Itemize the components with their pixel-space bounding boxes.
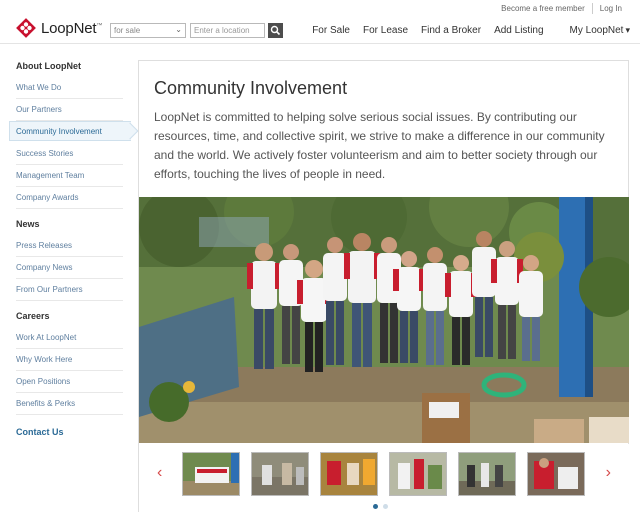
photo-illustration [139, 197, 629, 443]
search-icon [270, 25, 281, 36]
search-type-select[interactable]: for sale ⌄ [110, 23, 186, 38]
thumbnail-image [252, 453, 308, 495]
sidebar-item-work-at-loopnet[interactable]: Work At LoopNet [16, 333, 123, 349]
site-header: LoopNet™ for sale ⌄ Enter a location Bec… [0, 0, 640, 44]
sidebar: About LoopNet What We Do Our Partners Co… [0, 44, 139, 512]
sidebar-item-company-awards[interactable]: Company Awards [16, 193, 123, 209]
login-link[interactable]: Log In [600, 4, 622, 13]
thumbnail[interactable] [458, 452, 516, 496]
location-placeholder: Enter a location [194, 26, 250, 35]
thumbnail-image [321, 453, 377, 495]
search-type-value: for sale [114, 26, 141, 35]
nav-my-loopnet-label: My LoopNet [569, 25, 624, 36]
sidebar-item-benefits-perks[interactable]: Benefits & Perks [16, 399, 123, 415]
chevron-down-icon: ▾ [625, 25, 630, 35]
location-input[interactable]: Enter a location [190, 23, 265, 38]
thumbnail-image [459, 453, 515, 495]
carousel-dot[interactable] [383, 504, 388, 509]
sidebar-item-from-our-partners[interactable]: From Our Partners [16, 285, 123, 301]
sidebar-heading-about: About LoopNet [16, 61, 81, 71]
photo-thumbnail-strip: ‹ › [139, 444, 629, 512]
thumbnail[interactable] [527, 452, 585, 496]
sidebar-heading-careers: Careers [16, 311, 50, 321]
search-button[interactable] [268, 23, 283, 38]
loopnet-logo[interactable]: LoopNet™ [16, 18, 102, 38]
thumbnail[interactable] [389, 452, 447, 496]
thumbnail-image [390, 453, 446, 495]
sidebar-item-press-releases[interactable]: Press Releases [16, 241, 123, 257]
carousel-prev-arrow-icon[interactable]: ‹ [157, 464, 162, 482]
sidebar-heading-news: News [16, 219, 40, 229]
sidebar-item-open-positions[interactable]: Open Positions [16, 377, 123, 393]
logo-mark-icon [16, 18, 36, 38]
nav-find-broker[interactable]: Find a Broker [421, 25, 481, 36]
nav-my-loopnet[interactable]: My LoopNet ▾ [557, 25, 630, 36]
sidebar-item-success-stories[interactable]: Success Stories [16, 149, 123, 165]
sidebar-item-community-involvement[interactable]: Community Involvement [16, 127, 123, 142]
thumbnail[interactable] [251, 452, 309, 496]
volunteer-group-photo [139, 197, 629, 443]
account-links: Become a free member Log In [501, 3, 622, 14]
nav-for-sale[interactable]: For Sale [312, 25, 350, 36]
carousel-dot-active[interactable] [373, 504, 378, 509]
chevron-down-icon: ⌄ [175, 25, 182, 34]
main-content: Community Involvement LoopNet is committ… [138, 60, 629, 512]
sidebar-item-company-news[interactable]: Company News [16, 263, 123, 279]
page-title: Community Involvement [154, 78, 348, 98]
sidebar-contact-us[interactable]: Contact Us [16, 427, 64, 437]
thumbnail-image [183, 453, 239, 495]
thumbnail-image [528, 453, 584, 495]
divider [591, 3, 593, 14]
brand-name: LoopNet™ [41, 19, 103, 37]
become-member-link[interactable]: Become a free member [501, 4, 585, 13]
sidebar-item-our-partners[interactable]: Our Partners [16, 105, 123, 121]
thumbnail[interactable] [320, 452, 378, 496]
sidebar-item-what-we-do[interactable]: What We Do [16, 83, 123, 99]
nav-add-listing[interactable]: Add Listing [494, 25, 543, 36]
carousel-next-arrow-icon[interactable]: › [606, 464, 611, 482]
sidebar-item-management-team[interactable]: Management Team [16, 171, 123, 187]
thumbnail[interactable] [182, 452, 240, 496]
sidebar-item-why-work-here[interactable]: Why Work Here [16, 355, 123, 371]
page-description: LoopNet is committed to helping solve se… [154, 110, 605, 181]
carousel-pagination [373, 504, 393, 509]
main-nav: For Sale For Lease Find a Broker Add Lis… [299, 25, 630, 36]
nav-for-lease[interactable]: For Lease [363, 25, 408, 36]
